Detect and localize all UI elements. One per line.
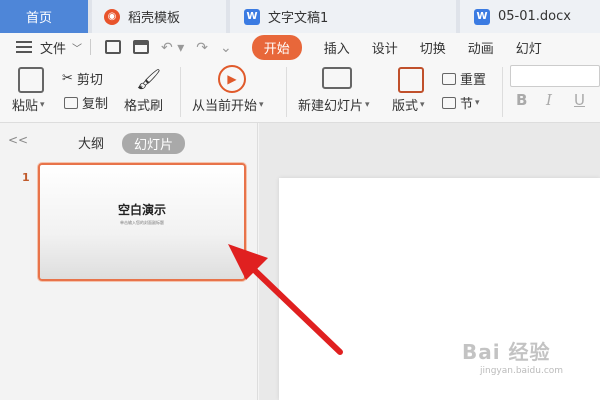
section-icon (442, 96, 456, 109)
tab-document-1[interactable]: W 文字文稿1 (230, 0, 456, 33)
print-icon[interactable] (133, 40, 150, 54)
underline-button[interactable]: U (574, 91, 585, 109)
slide-number: 1 (22, 171, 30, 184)
format-painter-icon-button[interactable]: 🖌 (136, 67, 161, 91)
new-slide-icon-button[interactable] (322, 67, 352, 89)
chevron-down-icon: ▾ (259, 99, 264, 110)
layout-button[interactable]: 版式 ▾ (392, 95, 425, 114)
reset-button[interactable]: 重置 (442, 69, 486, 88)
copy-button[interactable]: 复制 (64, 93, 108, 112)
tab-document-2[interactable]: W 05-01.docx (460, 0, 600, 33)
tab-templates-label: 稻壳模板 (128, 11, 181, 26)
save-icon[interactable] (105, 40, 122, 54)
file-menu[interactable]: 文件 (40, 38, 66, 57)
tab-templates[interactable]: ◉ 稻壳模板 (92, 0, 226, 33)
divider (90, 39, 92, 55)
undo-icon[interactable]: ↶ ▾ (161, 40, 184, 56)
brush-icon: 🖌 (136, 67, 162, 91)
reset-icon (442, 72, 456, 85)
chevron-down-icon: ▾ (40, 99, 45, 110)
format-painter-label: 格式刷 (124, 99, 164, 114)
menu-animations[interactable]: 动画 (468, 38, 494, 57)
clipboard-icon (18, 67, 44, 93)
tab-slides[interactable]: 幻灯片 (122, 133, 186, 154)
thumbnail-title: 空白演示 (117, 203, 166, 217)
word-doc-icon: W (244, 8, 260, 25)
redo-icon[interactable]: ↷ (196, 40, 208, 56)
ribbon: 粘贴 ▾ ✂ 剪切 复制 🖌 格式刷 ▶ 从当前开始 ▾ 新建幻灯片 ▾ 版式 ▾ 重置… (0, 61, 600, 123)
docer-logo-icon: ◉ (104, 8, 120, 25)
paste-label: 粘贴 (12, 99, 39, 114)
new-slide-icon (322, 67, 352, 89)
from-current-label: 从当前开始 (192, 99, 258, 114)
customize-quick-access-icon[interactable]: ⌄ (220, 40, 232, 56)
watermark-url: jingyan.baidu.com (480, 366, 564, 376)
play-icon: ▶ (218, 65, 246, 93)
copy-icon (64, 96, 78, 109)
cut-label: 剪切 (76, 73, 103, 88)
bold-button[interactable]: B (516, 91, 527, 109)
menu-bar: 文件 ﹀ ↶ ▾ ↷ ⌄ 开始 插入 设计 切换 动画 幻灯 (0, 33, 600, 61)
divider (502, 67, 503, 117)
format-painter-button[interactable]: 格式刷 (124, 95, 163, 114)
slide-thumbnail[interactable]: 空白演示 单击输入您的封面副标题 (38, 163, 246, 281)
new-slide-label: 新建幻灯片 (298, 99, 364, 114)
font-name-input[interactable] (510, 65, 600, 87)
cut-button[interactable]: ✂ 剪切 (62, 69, 103, 88)
menu-home[interactable]: 开始 (251, 34, 302, 60)
menu-transitions[interactable]: 切换 (420, 38, 446, 57)
paste-label-button[interactable]: 粘贴 ▾ (12, 95, 45, 114)
tab-document-2-label: 05-01.docx (498, 9, 571, 24)
slide-panel: << 大纲 幻灯片 1 空白演示 单击输入您的封面副标题 (0, 123, 258, 400)
tab-document-1-label: 文字文稿1 (268, 11, 329, 26)
chevron-down-icon[interactable]: ﹀ (72, 40, 82, 55)
divider (180, 67, 181, 117)
chevron-down-icon: ▾ (475, 97, 480, 108)
menu-slideshow[interactable]: 幻灯 (516, 38, 542, 57)
play-from-current-button[interactable]: 从当前开始 ▾ (192, 95, 264, 114)
scissors-icon: ✂ (62, 71, 73, 86)
hamburger-icon[interactable] (16, 41, 32, 53)
new-slide-button[interactable]: 新建幻灯片 ▾ (298, 95, 370, 114)
section-label: 节 (460, 97, 474, 112)
tab-home[interactable]: 首页 (0, 0, 88, 33)
chevron-down-icon: ▾ (365, 99, 370, 110)
watermark-logo: Bai 经验 (462, 340, 551, 364)
collapse-panel-icon[interactable]: << (8, 133, 28, 147)
menu-insert[interactable]: 插入 (324, 38, 350, 57)
tab-home-label: 首页 (26, 11, 53, 26)
layout-icon-button[interactable] (398, 67, 424, 93)
menu-design[interactable]: 设计 (372, 38, 398, 57)
layout-label: 版式 (392, 99, 419, 114)
word-doc-icon: W (474, 8, 490, 25)
tab-outline[interactable]: 大纲 (78, 133, 104, 152)
thumbnail-subtitle: 单击输入您的封面副标题 (120, 220, 164, 225)
divider (286, 67, 287, 117)
layout-icon (398, 67, 424, 93)
play-from-current-icon-button[interactable]: ▶ (218, 65, 246, 93)
italic-button[interactable]: I (546, 91, 552, 109)
section-button[interactable]: 节 ▾ (442, 93, 480, 112)
tab-bar: 首页 ◉ 稻壳模板 W 文字文稿1 W 05-01.docx (0, 0, 600, 33)
reset-label: 重置 (460, 73, 487, 88)
copy-label: 复制 (82, 97, 109, 112)
chevron-down-icon: ▾ (420, 99, 425, 110)
paste-button[interactable] (18, 67, 44, 93)
